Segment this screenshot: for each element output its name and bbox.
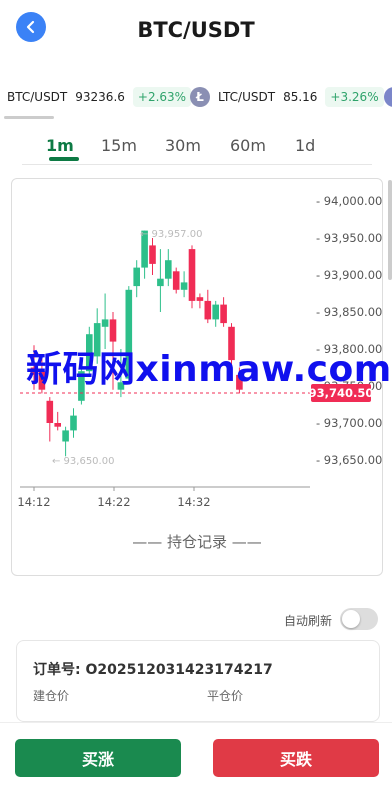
x-tick-label: 14:32 [177, 495, 210, 509]
ticker-change: +3.26% [325, 87, 384, 107]
candle-body [70, 415, 77, 431]
ticker-item-btc[interactable]: BTC/USDT 93236.6 +2.63% [7, 80, 192, 114]
buy-down-button[interactable]: 买跌 [213, 739, 379, 777]
order-number: 订单号: O2025120314231742​17 [33, 662, 273, 678]
high-price-label: ← 93,957.00 [140, 229, 202, 240]
ticker-item-ltc[interactable]: Ł LTC/USDT 85.16 +3.26% [190, 80, 384, 114]
interval-tabs: 1m 15m 30m 60m 1d [22, 128, 372, 165]
order-card[interactable]: 订单号: O2025120314231742​17 建仓价 平仓价 [16, 640, 380, 722]
ticker-change: +2.63% [132, 87, 192, 107]
tab-30m[interactable]: 30m [165, 136, 201, 155]
candle-body [172, 271, 180, 290]
action-bar: 买涨 买跌 [0, 722, 392, 789]
close-price-label: 平仓价 [207, 689, 244, 703]
ticker-price: 93236.6 [75, 90, 125, 104]
y-tick-label: - 93,700.00 [316, 416, 382, 430]
watermark: 新码网xinmaw.com [26, 349, 392, 390]
ticker-pair: LTC/USDT [218, 90, 276, 104]
candle-body [54, 423, 61, 427]
open-price-label: 建仓价 [33, 689, 70, 703]
candle-body [180, 282, 188, 290]
candle-body [109, 319, 117, 342]
ticker-pair: BTC/USDT [7, 90, 68, 104]
y-tick-label: - 93,650.00 [316, 453, 382, 467]
auto-refresh-toggle[interactable] [340, 608, 378, 630]
candle-body [196, 297, 204, 301]
candle-body [133, 267, 140, 287]
candle-body [149, 245, 156, 264]
candle-body [101, 319, 109, 327]
tab-15m[interactable]: 15m [101, 136, 137, 155]
x-tick-label: 14:12 [17, 495, 50, 509]
litecoin-icon: Ł [190, 87, 210, 107]
y-tick-label: - 93,950.00 [316, 231, 382, 245]
y-tick-label: - 94,000.00 [316, 194, 382, 208]
records-title: —— 持仓记录 —— [132, 533, 262, 551]
y-tick-label: - 93,850.00 [316, 305, 382, 319]
y-tick-label: - 93,900.00 [316, 268, 382, 282]
ticker-price: 85.16 [283, 90, 318, 104]
page-scrollbar[interactable] [388, 180, 392, 280]
candle-body [188, 249, 196, 301]
candle-body [157, 278, 164, 287]
tab-60m[interactable]: 60m [230, 136, 266, 155]
buy-up-button[interactable]: 买涨 [15, 739, 181, 777]
low-price-label: ← 93,650.00 [52, 456, 114, 467]
candle-body [212, 304, 219, 320]
candle-body [204, 300, 212, 320]
header: BTC/USDT [0, 0, 392, 64]
candle-body [220, 304, 227, 324]
active-tab-indicator [49, 157, 79, 161]
price-ticker[interactable]: BTC/USDT 93236.6 +2.63% Ł LTC/USDT 85.16… [0, 80, 392, 114]
tab-1m[interactable]: 1m [46, 136, 74, 155]
tab-1d[interactable]: 1d [295, 136, 315, 155]
page-title: BTC/USDT [137, 18, 255, 42]
auto-refresh-label: 自动刷新 [283, 614, 332, 628]
ticker-scroll-indicator [4, 116, 54, 119]
candle-body [62, 430, 69, 442]
toggle-knob [342, 610, 360, 628]
candle-body [165, 260, 172, 279]
coin-icon [384, 87, 392, 107]
candle-body [46, 400, 54, 423]
x-tick-label: 14:22 [97, 495, 130, 509]
